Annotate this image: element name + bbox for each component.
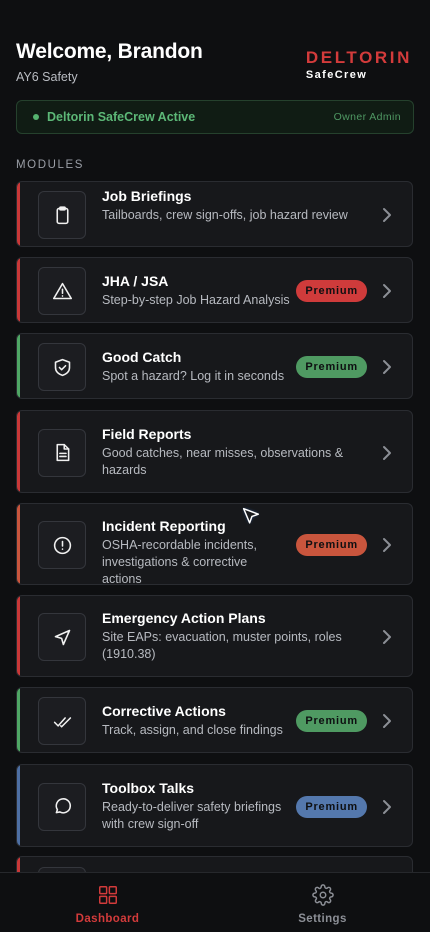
document-icon [38, 428, 86, 477]
module-description: OSHA-recordable incidents, investigation… [102, 538, 257, 585]
double-check-icon [38, 697, 86, 745]
module-description: Ready-to-deliver safety briefings with c… [102, 800, 282, 831]
chat-bubble-icon [38, 782, 86, 831]
chevron-right-icon [382, 537, 392, 553]
brand-subtitle: SafeCrew [305, 69, 368, 81]
module-description: Tailboards, crew sign-offs, job hazard r… [102, 208, 348, 222]
warning-triangle-icon [38, 267, 86, 315]
gear-icon [311, 884, 334, 906]
status-banner: Deltorin SafeCrew Active Owner Admin [16, 100, 414, 134]
premium-badge: Premium [296, 796, 367, 818]
premium-badge: Premium [296, 356, 367, 378]
tab-settings[interactable]: Settings [215, 873, 430, 932]
card-accent-bar [17, 596, 20, 676]
status-dot-icon [33, 114, 39, 120]
card-accent-bar [17, 182, 20, 246]
shield-check-icon [38, 343, 86, 391]
card-accent-bar [17, 258, 20, 322]
card-accent-bar [17, 334, 20, 398]
card-accent-bar [17, 688, 20, 752]
module-card[interactable]: Incident Reporting OSHA-recordable incide… [16, 503, 413, 585]
module-text: Incident Reporting OSHA-recordable incide… [102, 518, 284, 585]
role-badge: Owner Admin [333, 111, 401, 123]
module-description: Site EAPs: evacuation, muster points, ro… [102, 630, 342, 661]
brand-logo: DELTORIN SafeCrew [306, 48, 412, 81]
module-title: Toolbox Talks [102, 780, 195, 796]
module-text: Emergency Action Plans Site EAPs: evacuat… [102, 610, 372, 663]
tab-dashboard-label: Dashboard [75, 913, 140, 925]
clipboard-icon [38, 191, 86, 239]
module-title: Job Briefings [102, 188, 192, 204]
status-text: Deltorin SafeCrew Active [47, 110, 196, 124]
section-label: MODULES [16, 159, 85, 171]
module-description: Good catches, near misses, observations … [102, 446, 344, 477]
module-text: Field Reports Good catches, near misses, … [102, 426, 372, 479]
module-text: Job Briefings Tailboards, crew sign-offs,… [102, 188, 372, 224]
module-card[interactable]: Emergency Action Plans Site EAPs: evacuat… [16, 595, 413, 677]
module-title: Field Reports [102, 426, 192, 442]
module-card[interactable]: Toolbox Talks Ready-to-deliver safety bri… [16, 764, 413, 847]
chevron-right-icon [382, 713, 392, 729]
dashboard-grid-icon [98, 886, 117, 904]
header: Welcome, Brandon AY6 Safety DELTORIN Saf… [16, 40, 414, 90]
card-accent-bar [17, 765, 20, 846]
chevron-right-icon [382, 359, 392, 375]
tab-dashboard[interactable]: Dashboard [0, 873, 215, 932]
chevron-right-icon [382, 799, 392, 815]
module-text: Toolbox Talks Ready-to-deliver safety bri… [102, 780, 284, 833]
premium-badge: Premium [296, 280, 367, 302]
chevron-right-icon [382, 207, 392, 223]
chevron-right-icon [382, 629, 392, 645]
card-accent-bar [17, 411, 20, 492]
module-card[interactable]: Field Reports Good catches, near misses, … [16, 410, 413, 493]
chevron-right-icon [382, 283, 392, 299]
premium-badge: Premium [296, 534, 367, 556]
tab-settings-label: Settings [298, 913, 347, 925]
alert-circle-icon [38, 521, 86, 569]
card-accent-bar [17, 504, 20, 584]
premium-badge: Premium [296, 710, 367, 732]
tab-bar: Dashboard Settings [0, 872, 430, 932]
module-title: Emergency Action Plans [102, 610, 266, 626]
navigation-arrow-icon [38, 613, 86, 661]
module-card[interactable]: JHA / JSA Step-by-step Job Hazard Analysi… [16, 257, 413, 323]
module-card[interactable]: Job Briefings Tailboards, crew sign-offs,… [16, 181, 413, 247]
chevron-right-icon [382, 445, 392, 461]
brand-name: DELTORIN [305, 48, 412, 67]
module-card[interactable]: Corrective Actions Track, assign, and clo… [16, 687, 413, 753]
mouse-cursor-icon [242, 507, 260, 524]
module-card[interactable]: Good Catch Spot a hazard? Log it in secon… [16, 333, 413, 399]
